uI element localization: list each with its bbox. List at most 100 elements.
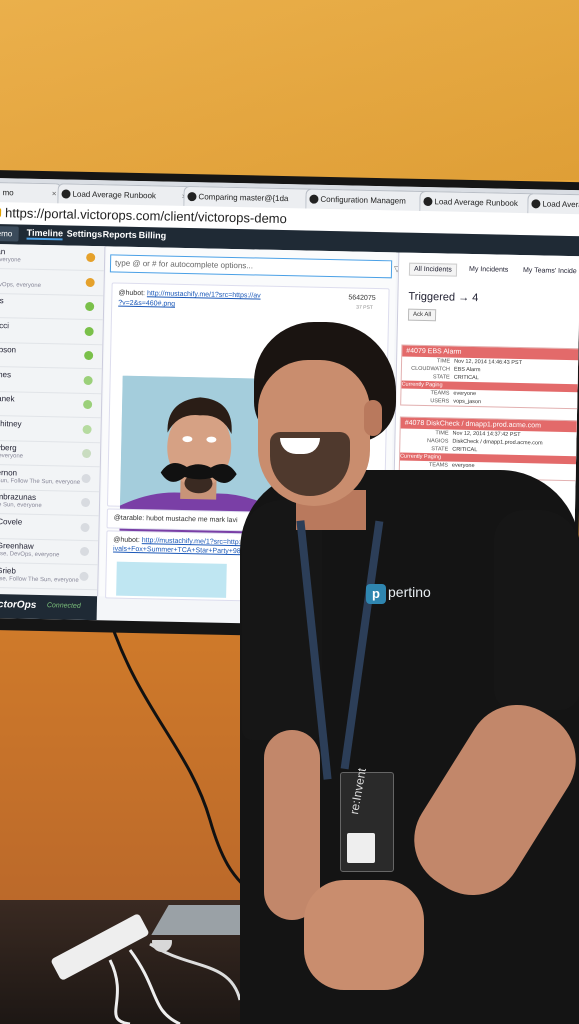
tab-label: Load Average Runbook bbox=[434, 197, 518, 208]
tab-label: Load Average Runbook bbox=[72, 189, 157, 201]
message-user: @hubot: bbox=[113, 536, 140, 545]
github-icon bbox=[309, 194, 319, 204]
sidebar-user-row[interactable]: Vernon e Sun, Follow The Sun, everyone bbox=[0, 464, 100, 492]
shirt-logo-text: pertino bbox=[388, 584, 431, 600]
sidebar-user-row[interactable]: e Greenhawabase, DevOps, everyone bbox=[0, 537, 99, 566]
chat-input[interactable]: type @ or # for autocomplete options... bbox=[109, 254, 393, 279]
user-teams: everyone bbox=[0, 257, 21, 264]
status-dot-icon bbox=[84, 326, 94, 336]
sidebar-user-row[interactable]: opson bbox=[0, 341, 103, 370]
clasped-hands bbox=[304, 880, 424, 990]
user-teams: abase, Follow The Sun, everyone bbox=[0, 575, 79, 584]
tab-label: mo bbox=[2, 188, 14, 198]
left-arm bbox=[264, 730, 320, 920]
sidebar-user-row[interactable]: e Griebabase, Follow The Sun, everyone bbox=[0, 562, 98, 590]
github-icon bbox=[187, 192, 197, 202]
person: p pertino re:Invent bbox=[240, 320, 579, 1024]
sidebar-footer: VictorOps Connected bbox=[0, 593, 98, 621]
message-user: @hubot: bbox=[118, 289, 146, 298]
status-dot-icon bbox=[83, 399, 93, 410]
badge-text: re:Invent bbox=[347, 767, 369, 816]
user-teams: s, everyone bbox=[0, 453, 24, 460]
status-dot-icon bbox=[81, 473, 91, 483]
user-name: Ambrazunas bbox=[0, 491, 37, 502]
victorops-logo: VictorOps bbox=[0, 598, 37, 611]
power-cords bbox=[108, 940, 242, 1024]
user-name: a Covele bbox=[0, 516, 23, 527]
user-name: ones bbox=[0, 369, 12, 379]
status-dot-icon bbox=[80, 522, 90, 532]
user-name: occi bbox=[0, 320, 10, 330]
tab-all-incidents[interactable]: All Incidents bbox=[408, 262, 457, 277]
sidebar-user-row[interactable]: a Covele bbox=[0, 513, 99, 541]
connection-status: Connected bbox=[46, 602, 81, 610]
sidebar-user-row[interactable]: AmbrazunasThe Sun, everyone bbox=[0, 488, 100, 517]
lock-icon bbox=[0, 207, 2, 218]
user-teams: evOps, everyone bbox=[0, 281, 42, 289]
message-link[interactable]: http://mustachify.me/1?src=https://av bbox=[147, 290, 261, 299]
user-name: Vernon bbox=[0, 467, 18, 478]
user-teams: The Sun, everyone bbox=[0, 502, 42, 510]
triggered-heading: Triggered → 4 bbox=[408, 290, 479, 305]
browser-tab[interactable]: mo × bbox=[0, 181, 62, 205]
sidebar-user-row[interactable]: levOps, everyone bbox=[0, 268, 104, 296]
message-time: 37 PST bbox=[356, 304, 373, 311]
message-image-thumb bbox=[116, 561, 227, 598]
url-text[interactable]: https://portal.victorops.com/client/vict… bbox=[5, 205, 287, 226]
user-name: opson bbox=[0, 345, 17, 355]
message-link[interactable]: ?v=2&s=460#.png bbox=[118, 300, 175, 308]
nav-reports[interactable]: Reports bbox=[103, 229, 137, 240]
tab-label: Comparing master@{1da bbox=[198, 192, 289, 204]
close-tab-icon[interactable]: × bbox=[52, 184, 57, 204]
user-name: Whitney bbox=[0, 418, 22, 429]
status-dot-icon bbox=[80, 497, 91, 508]
message-text: @hubot: http://mustachify.me/1?src=https… bbox=[118, 290, 260, 300]
status-dot-icon bbox=[85, 277, 95, 287]
nav-timeline[interactable]: Timeline bbox=[26, 227, 64, 241]
user-name: vanek bbox=[0, 393, 15, 404]
message-id: 5642075 bbox=[348, 294, 376, 302]
wall-shade bbox=[0, 0, 579, 180]
user-name: an bbox=[0, 247, 6, 257]
status-dot-icon bbox=[81, 448, 92, 459]
sidebar-user-row[interactable]: occi bbox=[0, 317, 103, 345]
org-selector[interactable]: emo ⇕ bbox=[0, 225, 19, 253]
user-name: e Greenhaw bbox=[0, 541, 34, 551]
badge-card bbox=[347, 833, 375, 863]
sidebar-user-row[interactable]: nybergs, everyone bbox=[0, 439, 101, 468]
message-link[interactable]: ivals+Fox+Summer+TCA+Star+Party+98cJFvk bbox=[113, 546, 259, 556]
tab-label: Load Avera bbox=[542, 199, 579, 210]
status-dot-icon bbox=[85, 301, 95, 312]
nav-settings[interactable]: Settings bbox=[67, 228, 103, 239]
user-name: ns bbox=[0, 296, 4, 306]
triggered-label: Triggered bbox=[408, 290, 456, 304]
sidebar-user-row[interactable]: ns bbox=[0, 292, 104, 321]
message-text: @tarable: hubot mustache me mark lavi bbox=[113, 514, 238, 525]
shirt-sleeve bbox=[494, 510, 579, 710]
status-dot-icon bbox=[79, 571, 89, 581]
pertino-logo-icon: p bbox=[366, 584, 386, 604]
status-dot-icon bbox=[79, 546, 90, 557]
status-dot-icon bbox=[83, 375, 93, 385]
sidebar-user-row[interactable]: Whitney bbox=[0, 415, 101, 443]
status-dot-icon bbox=[86, 252, 96, 263]
sidebar-user-row[interactable]: ones bbox=[0, 366, 102, 394]
nav-billing[interactable]: Billing bbox=[139, 230, 167, 241]
tab-label: Configuration Managem bbox=[320, 194, 406, 206]
tab-my-teams-incidents[interactable]: My Teams' Incide bbox=[523, 267, 577, 275]
github-icon bbox=[423, 196, 433, 207]
sidebar-user-row[interactable]: vanek bbox=[0, 390, 102, 419]
sidebar-user-row[interactable]: an everyone bbox=[0, 243, 105, 272]
conference-badge: re:Invent bbox=[340, 767, 394, 872]
org-selector-label: emo bbox=[0, 229, 13, 239]
user-teams: abase, DevOps, everyone bbox=[0, 550, 60, 559]
tv-cable bbox=[108, 620, 252, 900]
tab-my-incidents[interactable]: My Incidents bbox=[469, 266, 508, 274]
user-teams: e Sun, Follow The Sun, everyone bbox=[0, 477, 81, 486]
status-dot-icon bbox=[84, 350, 94, 361]
github-icon bbox=[61, 189, 71, 199]
github-icon bbox=[531, 199, 541, 209]
user-name: e Grieb bbox=[0, 565, 16, 576]
user-sidebar: aneveryonelevOps, everyonensocciopsonone… bbox=[0, 243, 106, 597]
user-name: nyberg bbox=[0, 442, 17, 453]
